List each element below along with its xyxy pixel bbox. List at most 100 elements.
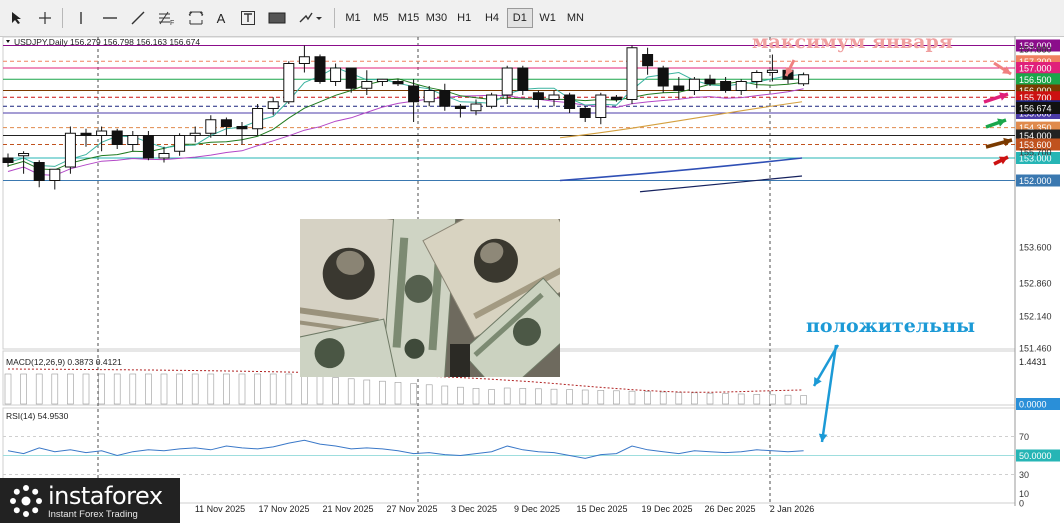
candle-body [33,162,45,181]
level-label: 152.000 [1019,176,1052,186]
candle-body [486,94,498,107]
price-axis-label: 152.860 [1019,279,1052,289]
rsi-tick-label: 10 [1019,489,1029,499]
candle-body [298,56,310,64]
rsi-label: RSI(14) 54.9530 [6,411,69,421]
fibonacci-icon[interactable]: F [156,8,178,28]
candle-body [361,81,373,89]
timeframe-m5[interactable]: M5 [368,8,394,28]
macd-histogram-bar [160,373,168,405]
trend-line-icon[interactable] [128,8,148,28]
moving-average-navy [639,175,803,193]
rsi-tick-label: 30 [1019,470,1029,480]
macd-histogram-bar [207,373,215,405]
macd-histogram-bar [441,385,449,405]
macd-histogram-bar [269,373,277,405]
timeframe-m30[interactable]: M30 [423,8,449,28]
candle-body [579,108,591,118]
timeframe-w1[interactable]: W1 [535,8,561,28]
toolbar: F A M1 M5 M15 M30 H1 H4 D1 W1 MN [0,0,1064,37]
text-icon[interactable] [186,8,206,28]
macd-histogram-bar [347,378,355,405]
macd-histogram-bar [675,392,683,405]
price-axis-label: 155.700 [1019,148,1052,158]
macd-histogram-bar [535,388,542,405]
macd-histogram-bar [145,373,152,405]
macd-zero-label: 0.0000 [1019,400,1047,410]
candle-body [189,132,201,136]
candle-body [174,135,186,152]
timeframe-m1[interactable]: M1 [340,8,366,28]
text-label-icon[interactable] [238,8,258,28]
date-label: 2 Jan 2026 [770,504,815,514]
candle-body [751,72,763,82]
candle-body [720,81,732,91]
macd-histogram-bar [35,373,43,405]
timeframe-h1[interactable]: H1 [451,8,477,28]
candle-body [688,78,700,91]
macd-histogram-bar [316,376,324,405]
candle-body [49,168,61,181]
text-tool-button[interactable]: A [212,8,230,28]
annotation-positive: положительны [806,315,975,337]
price-axis-label: 151.460 [1019,344,1052,354]
candle-body [376,78,388,82]
collapse-arrow-icon [6,40,10,43]
macd-histogram-bar [457,386,464,405]
macd-histogram-bar [425,384,433,405]
macd-histogram-bar [800,395,807,405]
candle-body [345,67,357,89]
timeframe-d1[interactable]: D1 [506,8,533,28]
shapes-menu-icon[interactable] [296,8,326,28]
macd-histogram-bar [472,388,480,405]
rectangle-icon[interactable] [266,8,288,28]
macd-histogram-bar [301,374,308,405]
rsi-current-label: 50.0000 [1019,451,1052,461]
candle-body [454,105,466,109]
instaforex-logo: instaforex Instant Forex Trading [0,478,180,523]
price-axis-label: 157.880 [1019,45,1052,55]
macd-histogram-bar [722,393,729,405]
candle-body [408,85,420,103]
timeframe-mn[interactable]: MN [562,8,588,28]
macd-histogram-bar [129,373,137,405]
date-label: 9 Dec 2025 [514,504,560,514]
candle-body [236,126,248,130]
macd-histogram-bar [769,394,776,405]
macd-histogram-bar [176,373,183,405]
candle-body [470,103,482,112]
horizontal-line-icon[interactable] [100,8,120,28]
last-price-label: 156.674 [1019,104,1052,114]
macd-histogram-bar [488,389,495,405]
candle-body [64,132,76,168]
candle-body [158,153,170,159]
vertical-line-icon[interactable] [72,8,90,28]
timeframe-m15[interactable]: M15 [396,8,422,28]
candle-body [564,94,576,109]
candle-body [392,81,404,85]
macd-histogram-bar [254,373,261,405]
macd-histogram-bar [597,390,605,405]
candle-body [501,67,513,96]
candle-body [704,78,716,85]
candle-body [642,54,654,67]
candle-body [220,119,232,127]
macd-histogram-bar [613,390,620,405]
cursor-icon[interactable] [8,8,26,28]
candle-body [626,47,638,100]
macd-histogram-bar [238,373,246,405]
candle-body [127,135,139,145]
date-label: 15 Dec 2025 [576,504,627,514]
macd-histogram-bar [503,387,511,405]
candle-body [142,135,154,159]
crosshair-icon[interactable] [36,8,54,28]
candle-body [80,132,92,136]
candle-body [111,130,123,145]
candle-body [96,130,108,136]
timeframe-h4[interactable]: H4 [479,8,505,28]
candle-body [252,108,264,130]
svg-text:F: F [170,20,174,26]
logo-brand: instaforex [48,482,163,510]
candle-body [595,94,607,118]
date-label: 21 Nov 2025 [322,504,373,514]
